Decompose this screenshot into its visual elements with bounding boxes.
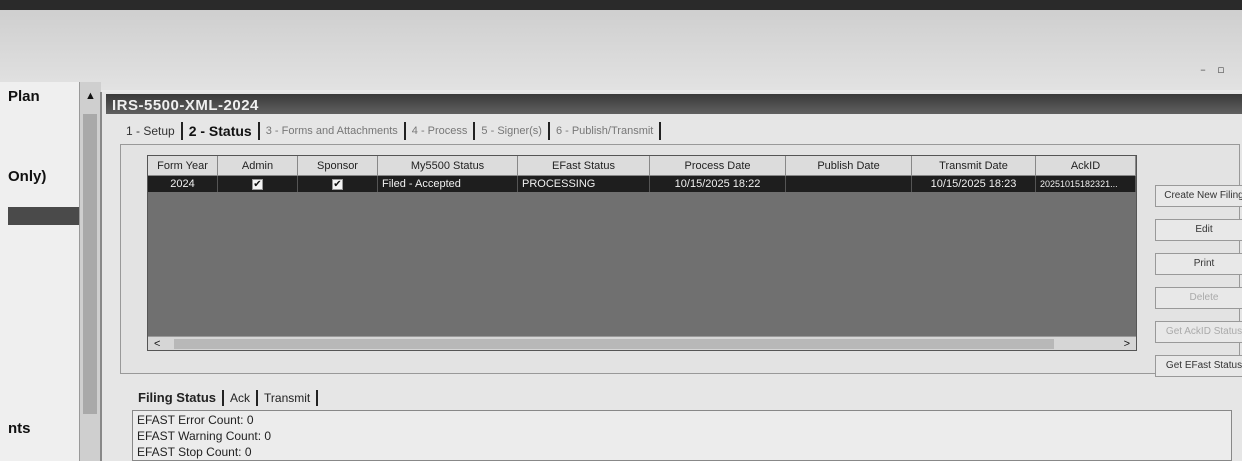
grid-scroll-thumb[interactable] bbox=[174, 339, 1054, 349]
sponsor-checkbox[interactable]: ✔ bbox=[332, 178, 343, 190]
admin-checkbox[interactable]: ✔ bbox=[252, 178, 263, 190]
cell-publish-date bbox=[786, 176, 912, 192]
form-title: IRS-5500-XML-2024 bbox=[112, 97, 259, 114]
col-ack-id[interactable]: AckID bbox=[1036, 156, 1136, 176]
tab-status[interactable]: 2 - Status bbox=[183, 122, 260, 140]
cell-my5500-status: Filed - Accepted bbox=[378, 176, 518, 192]
tab-filing-status[interactable]: Filing Status bbox=[132, 390, 224, 406]
minimize-icon[interactable]: – bbox=[1196, 64, 1210, 76]
col-my5500-status[interactable]: My5500 Status bbox=[378, 156, 518, 176]
cell-ack-id: 20251015182321... bbox=[1036, 176, 1136, 192]
filing-status-panel: EFAST Error Count: 0 EFAST Warning Count… bbox=[132, 410, 1232, 461]
grid-horizontal-scrollbar[interactable]: < > bbox=[148, 336, 1136, 350]
efast-stop-count: EFAST Stop Count: 0 bbox=[137, 445, 252, 459]
tab-publish-transmit[interactable]: 6 - Publish/Transmit bbox=[550, 122, 662, 140]
tab-transmit[interactable]: Transmit bbox=[258, 390, 319, 406]
get-efast-status-button[interactable]: Get EFast Status bbox=[1155, 355, 1242, 377]
main-tabs: 1 - Setup 2 - Status 3 - Forms and Attac… bbox=[120, 120, 662, 142]
status-tab-panel: Form Year Admin Sponsor My5500 Status EF… bbox=[120, 144, 1242, 377]
edit-button[interactable]: Edit bbox=[1155, 219, 1242, 241]
tab-forms-attachments[interactable]: 3 - Forms and Attachments bbox=[260, 122, 406, 140]
print-button[interactable]: Print bbox=[1155, 253, 1242, 275]
tree-item-nts[interactable]: nts bbox=[8, 420, 31, 437]
cell-process-date: 10/15/2025 18:22 bbox=[650, 176, 786, 192]
col-form-year[interactable]: Form Year bbox=[148, 156, 218, 176]
left-tree-panel: Plan Only) nts ▲ bbox=[0, 82, 101, 461]
grid-header: Form Year Admin Sponsor My5500 Status EF… bbox=[148, 156, 1136, 176]
restore-icon[interactable]: ▫ bbox=[1214, 64, 1228, 76]
filings-grid: Form Year Admin Sponsor My5500 Status EF… bbox=[147, 155, 1137, 351]
cell-sponsor: ✔ bbox=[298, 176, 378, 192]
tab-ack[interactable]: Ack bbox=[224, 390, 259, 406]
col-admin[interactable]: Admin bbox=[218, 156, 298, 176]
left-scrollbar-thumb[interactable] bbox=[83, 114, 97, 414]
scroll-left-icon[interactable]: < bbox=[154, 337, 160, 351]
window-header-area bbox=[0, 10, 1242, 90]
scroll-right-icon[interactable]: > bbox=[1124, 337, 1130, 351]
cell-form-year: 2024 bbox=[148, 176, 218, 192]
cell-efast-status: PROCESSING bbox=[518, 176, 650, 192]
col-process-date[interactable]: Process Date bbox=[650, 156, 786, 176]
cell-admin: ✔ bbox=[218, 176, 298, 192]
tree-item-selected[interactable] bbox=[8, 207, 80, 225]
cell-transmit-date: 10/15/2025 18:23 bbox=[912, 176, 1036, 192]
table-row[interactable]: 2024 ✔ ✔ Filed - Accepted PROCESSING 10/… bbox=[148, 176, 1136, 192]
delete-button[interactable]: Delete bbox=[1155, 287, 1242, 309]
efast-warning-count: EFAST Warning Count: 0 bbox=[137, 429, 272, 443]
form-title-bar: IRS-5500-XML-2024 bbox=[106, 94, 1242, 114]
tab-setup[interactable]: 1 - Setup bbox=[120, 122, 183, 140]
create-new-filing-button[interactable]: Create New Filing bbox=[1155, 185, 1242, 207]
col-publish-date[interactable]: Publish Date bbox=[786, 156, 912, 176]
tab-process[interactable]: 4 - Process bbox=[406, 122, 476, 140]
col-sponsor[interactable]: Sponsor bbox=[298, 156, 378, 176]
form-window: IRS-5500-XML-2024 1 - Setup 2 - Status 3… bbox=[100, 92, 1242, 461]
action-buttons: Create New Filing Edit Print Delete Get … bbox=[1155, 185, 1242, 389]
col-efast-status[interactable]: EFast Status bbox=[518, 156, 650, 176]
tree-item-plan[interactable]: Plan bbox=[8, 88, 40, 105]
bottom-tabs: Filing Status Ack Transmit bbox=[132, 388, 319, 408]
tree-item-only[interactable]: Only) bbox=[8, 168, 46, 185]
col-transmit-date[interactable]: Transmit Date bbox=[912, 156, 1036, 176]
tab-signers[interactable]: 5 - Signer(s) bbox=[475, 122, 550, 140]
efast-error-count: EFAST Error Count: 0 bbox=[137, 413, 254, 427]
scroll-up-icon[interactable]: ▲ bbox=[80, 90, 101, 102]
get-ackid-status-button[interactable]: Get AckID Status bbox=[1155, 321, 1242, 343]
